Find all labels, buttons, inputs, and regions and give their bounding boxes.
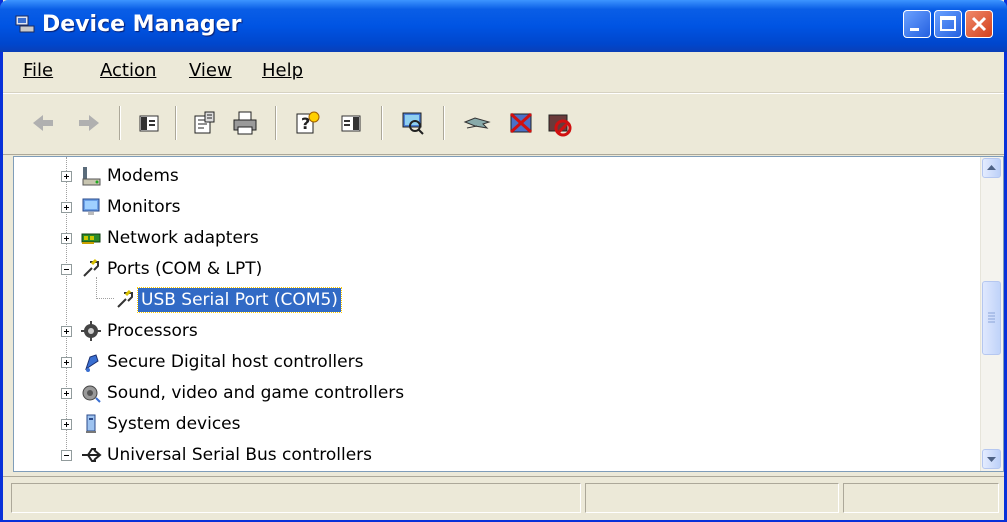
menu-file-label: File <box>23 60 54 81</box>
minimize-icon <box>910 28 919 31</box>
expand-button[interactable] <box>61 357 72 368</box>
status-pane-main <box>11 483 581 513</box>
toolbar-separator <box>381 106 383 140</box>
expand-button[interactable] <box>61 388 72 399</box>
tree-item-label: Monitors <box>107 197 181 217</box>
disable-button[interactable] <box>543 108 575 138</box>
forward-button[interactable] <box>73 108 105 138</box>
close-icon <box>971 16 987 32</box>
status-pane-right <box>843 483 999 513</box>
scroll-up-button[interactable] <box>982 158 1001 178</box>
tree-item-label: Ports (COM & LPT) <box>107 259 263 279</box>
menu-help-label: Help <box>262 60 304 81</box>
arrow-down-icon <box>987 457 996 462</box>
tree-item-label: Processors <box>107 321 198 341</box>
device-manager-window: Device Manager File Action View Help ? M… <box>0 0 1007 522</box>
menu-view[interactable]: View <box>189 60 232 81</box>
uninstall-icon <box>509 112 533 134</box>
status-bar <box>3 476 1004 520</box>
sound-icon <box>82 385 101 403</box>
processor-icon <box>81 321 101 341</box>
print-icon <box>233 111 257 135</box>
window-title: Device Manager <box>42 12 242 37</box>
tree-connector-line <box>96 298 114 300</box>
toolbar-separator <box>119 106 121 140</box>
tree-item-label: Universal Serial Bus controllers <box>107 445 373 465</box>
show-hide-action-pane-button[interactable] <box>335 108 367 138</box>
close-button[interactable] <box>965 10 993 38</box>
show-hide-console-tree-icon <box>139 115 159 132</box>
disable-icon <box>548 114 572 137</box>
monitor-icon <box>82 198 100 215</box>
toolbar: ? <box>3 93 1004 155</box>
port-icon <box>117 289 133 308</box>
arrow-up-icon <box>987 165 996 170</box>
maximize-icon <box>940 16 956 31</box>
update-driver-icon <box>463 117 491 129</box>
menu-view-label: View <box>189 60 232 81</box>
back-icon <box>33 115 53 131</box>
uninstall-button[interactable] <box>505 108 537 138</box>
maximize-button[interactable] <box>934 10 962 38</box>
tree-item-label: Sound, video and game controllers <box>107 383 405 403</box>
status-pane-middle <box>585 483 839 513</box>
toolbar-separator <box>443 106 445 140</box>
tree-connector-line <box>96 277 98 299</box>
menu-action[interactable]: Action <box>100 60 156 81</box>
expand-button[interactable] <box>61 233 72 244</box>
tree-item-label: USB Serial Port (COM5) <box>137 287 342 313</box>
help-icon: ? <box>296 111 320 134</box>
back-button[interactable] <box>27 108 59 138</box>
menu-action-label: Action <box>100 60 157 81</box>
toolbar-separator <box>275 106 277 140</box>
menu-bar: File Action View Help <box>3 52 1004 93</box>
network-adapter-icon <box>81 233 101 244</box>
system-device-icon <box>86 414 96 433</box>
update-driver-button[interactable] <box>461 108 493 138</box>
minimize-button[interactable] <box>903 10 931 38</box>
sd-controller-icon <box>85 354 99 372</box>
show-hide-tree-button[interactable] <box>133 108 165 138</box>
grip-icon <box>988 312 995 323</box>
menu-help[interactable]: Help <box>262 60 303 81</box>
port-icon <box>83 258 99 277</box>
scroll-down-button[interactable] <box>982 449 1001 469</box>
menu-file[interactable]: File <box>23 60 53 81</box>
tree-item-label: Network adapters <box>107 228 259 248</box>
device-tree[interactable]: Modems Monitors Network adapters Ports (… <box>13 156 1004 472</box>
expand-button[interactable] <box>61 419 72 430</box>
tree-item-label: System devices <box>107 414 241 434</box>
collapse-button[interactable] <box>61 264 72 275</box>
properties-icon <box>194 111 215 134</box>
properties-button[interactable] <box>189 108 221 138</box>
scroll-thumb[interactable] <box>982 281 1001 355</box>
collapse-button[interactable] <box>61 450 72 461</box>
show-hide-action-pane-icon <box>341 115 361 132</box>
vertical-scrollbar[interactable] <box>980 157 1003 471</box>
usb-icon <box>82 448 102 462</box>
expand-button[interactable] <box>61 326 72 337</box>
scan-hardware-changes-icon <box>402 112 424 135</box>
help-button[interactable]: ? <box>291 108 323 138</box>
title-bar[interactable]: Device Manager <box>0 0 1007 52</box>
tree-item-label: Secure Digital host controllers <box>107 352 364 372</box>
tree-item-label: Modems <box>107 166 179 186</box>
print-button[interactable] <box>229 108 261 138</box>
expand-button[interactable] <box>61 202 72 213</box>
toolbar-separator <box>175 106 177 140</box>
device-manager-app-icon <box>15 15 35 33</box>
modem-icon <box>82 167 101 186</box>
expand-button[interactable] <box>61 171 72 182</box>
forward-icon <box>79 115 99 131</box>
scan-hardware-button[interactable] <box>397 108 429 138</box>
